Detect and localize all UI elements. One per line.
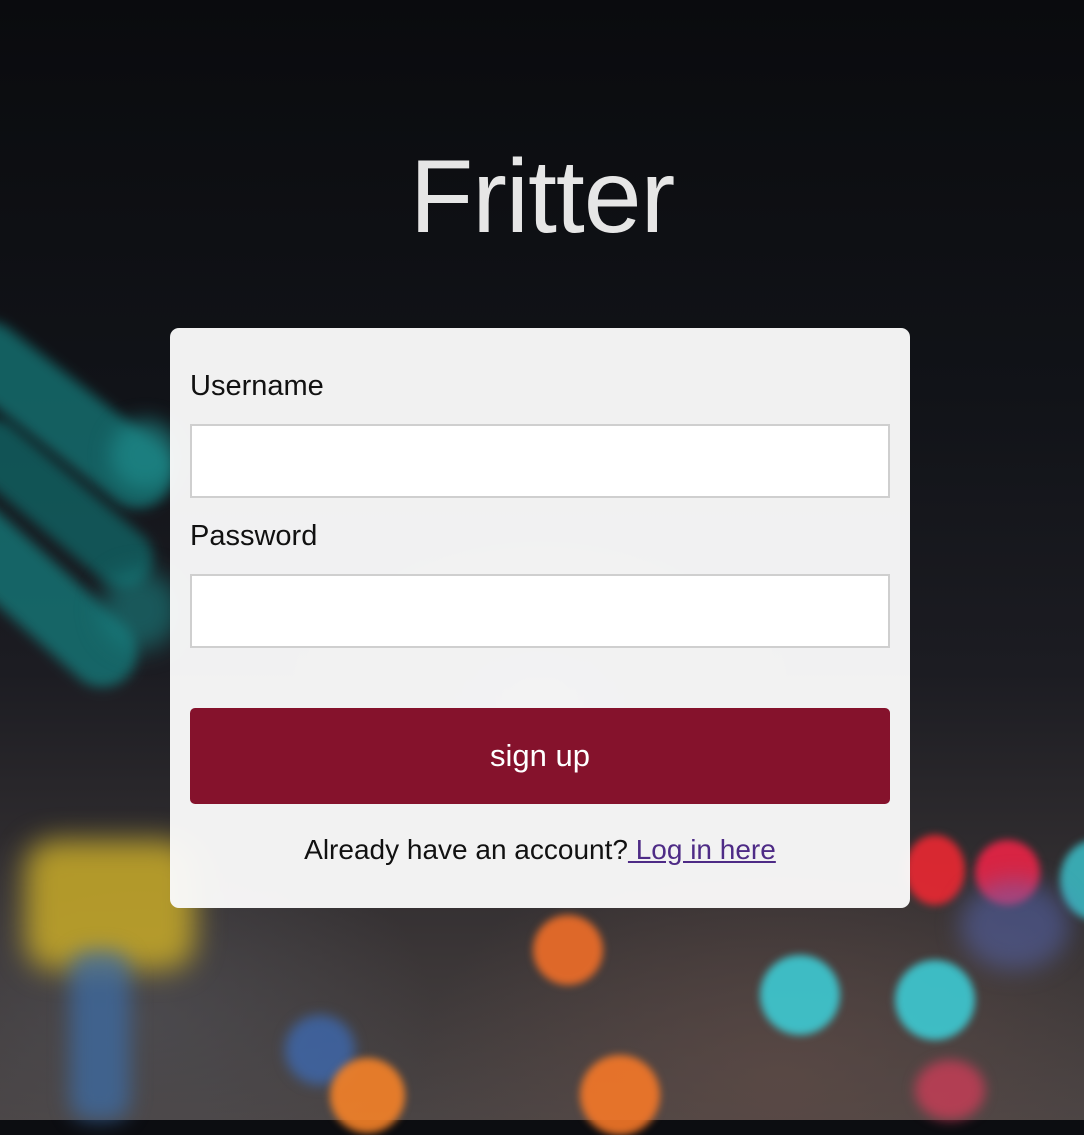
- app-title: Fritter: [409, 139, 676, 255]
- bokeh-light: [895, 960, 975, 1040]
- bokeh-light: [915, 1060, 985, 1120]
- username-label: Username: [190, 370, 324, 402]
- signup-card: Username Password sign up Already have a…: [170, 328, 910, 908]
- login-prompt-text: Already have an account?: [304, 834, 628, 865]
- bokeh-light: [960, 880, 1070, 970]
- login-link[interactable]: Log in here: [628, 834, 776, 865]
- sign-up-button[interactable]: sign up: [190, 708, 890, 804]
- username-input[interactable]: [190, 424, 890, 498]
- login-prompt: Already have an account? Log in here: [170, 834, 910, 866]
- bokeh-light: [905, 835, 965, 905]
- password-label: Password: [190, 520, 318, 552]
- bokeh-light: [533, 915, 603, 985]
- bokeh-light: [760, 955, 840, 1035]
- bokeh-light: [100, 570, 180, 650]
- bokeh-light: [330, 1058, 405, 1133]
- bokeh-light: [70, 950, 130, 1120]
- bokeh-light: [580, 1055, 660, 1135]
- password-input[interactable]: [190, 574, 890, 648]
